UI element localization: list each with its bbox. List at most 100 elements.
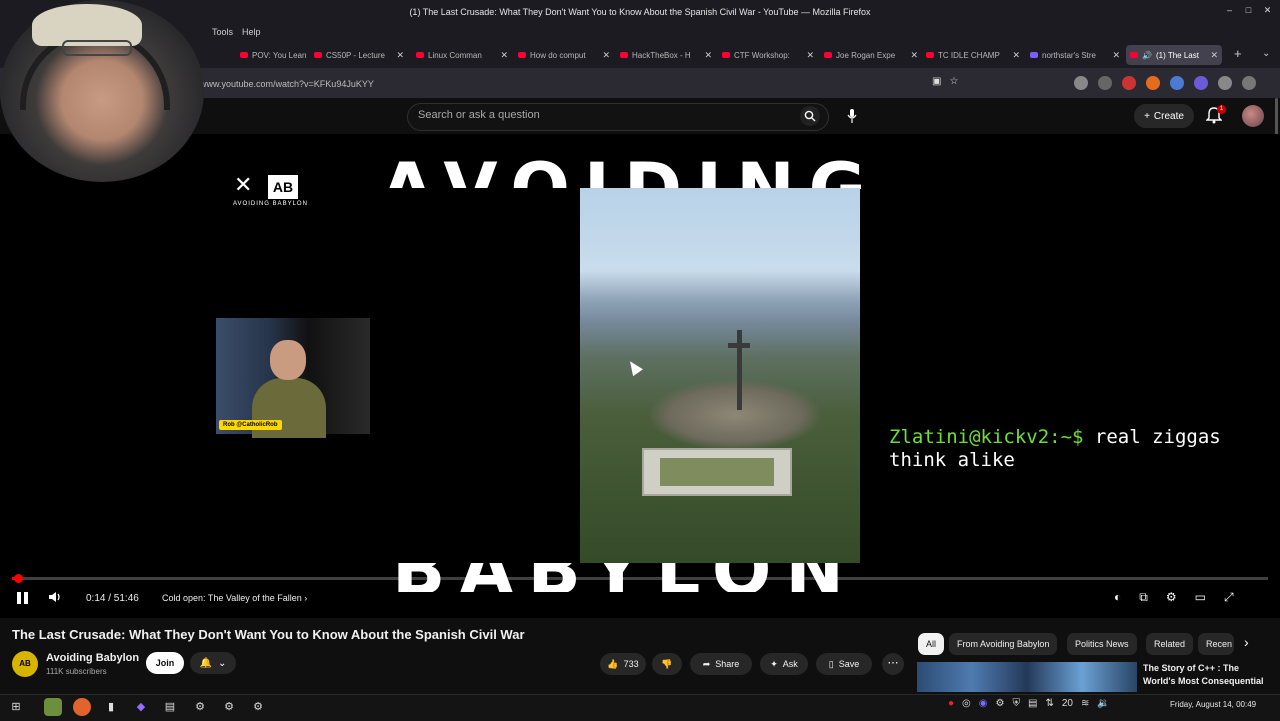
chevron-right-icon: › — [304, 593, 308, 603]
browser-tab[interactable]: POV: You Learn✕ — [240, 45, 306, 65]
browser-tab[interactable]: CS50P - Lecture ✕ — [314, 45, 404, 65]
theater-mode-icon[interactable]: ▭ — [1195, 590, 1206, 605]
new-tab-button[interactable]: + — [1234, 46, 1242, 61]
bookmark-star-icon[interactable]: ☆ — [949, 76, 958, 87]
bell-icon: 🔔 — [199, 657, 213, 669]
extensions-icon[interactable] — [1098, 76, 1112, 90]
gear-icon[interactable]: ⚙ — [1166, 590, 1177, 605]
chapter-button[interactable]: Cold open: The Valley of the Fallen › — [162, 593, 307, 603]
browser-tab-active[interactable]: 🔊 (1) The Last ✕ — [1126, 45, 1222, 65]
gear-icon[interactable] — [1218, 76, 1232, 90]
discord-icon[interactable]: ◉ — [979, 698, 988, 709]
clipboard-icon[interactable]: ▤ — [1028, 698, 1037, 709]
extension-icon[interactable] — [1170, 76, 1184, 90]
extension-icon[interactable] — [1146, 76, 1160, 90]
mic-icon[interactable] — [842, 106, 862, 126]
save-button[interactable]: ▯ Save — [816, 653, 872, 675]
menu-bar: Tools Help — [0, 24, 1280, 42]
dislike-button[interactable]: 👎 — [652, 653, 682, 675]
captions-icon[interactable]: ⧉ — [1139, 590, 1148, 605]
wifi-icon[interactable]: ≋ — [1081, 698, 1089, 709]
menu-tools[interactable]: Tools — [212, 27, 233, 37]
search-icon[interactable] — [800, 106, 820, 126]
clock[interactable]: Friday, August 14, 00:49 — [1170, 700, 1256, 709]
close-tab-icon[interactable]: ✕ — [1210, 50, 1218, 61]
youtube-favicon-icon — [926, 52, 934, 58]
account-icon[interactable] — [1074, 76, 1088, 90]
browser-tab[interactable]: Linux Comman ✕ — [416, 45, 508, 65]
browser-tab[interactable]: HackTheBox - H ✕ — [620, 45, 712, 65]
shield-icon[interactable]: ⛨ — [1012, 698, 1020, 709]
channel-avatar[interactable]: AB — [12, 651, 38, 677]
youtube-favicon-icon — [1130, 52, 1138, 58]
pause-button[interactable] — [14, 590, 30, 606]
url-bar[interactable]: www.youtube.com/watch?v=KFKu94JuKYY — [200, 75, 970, 93]
network-icon[interactable]: ⇅ — [1045, 698, 1053, 709]
app-launcher-icon[interactable]: ⊞ — [7, 698, 25, 716]
obs-icon[interactable]: ◎ — [962, 698, 971, 709]
chip-all[interactable]: All — [918, 633, 945, 655]
recommended-video-thumbnail[interactable] — [917, 662, 1137, 692]
volume-icon[interactable]: 🔉 — [1097, 698, 1109, 709]
ask-button[interactable]: ✦ Ask — [760, 653, 808, 675]
recommended-video-title[interactable]: The Story of C++ : The World's Most Cons… — [1143, 662, 1273, 688]
chip-from-channel[interactable]: From Avoiding Babylon — [949, 633, 1058, 655]
browser-tab[interactable]: How do comput ✕ — [518, 45, 610, 65]
minimize-button[interactable]: – — [1225, 6, 1234, 15]
tab-label: HackTheBox - H — [632, 50, 691, 60]
browser-tab[interactable]: Joe Rogan Expe ✕ — [824, 45, 918, 65]
menu-icon[interactable] — [1242, 76, 1256, 90]
browser-tab[interactable]: northstar's Stre ✕ — [1030, 45, 1120, 65]
menu-help[interactable]: Help — [242, 27, 261, 37]
chip-politics-news[interactable]: Politics News — [1067, 633, 1137, 655]
system-settings-icon[interactable]: ⚙ — [191, 698, 209, 716]
progress-bar[interactable] — [12, 577, 1268, 580]
tab-label: How do comput — [530, 50, 586, 60]
youtube-favicon-icon — [314, 52, 322, 58]
firefox-icon[interactable] — [73, 698, 91, 716]
avatar[interactable] — [1242, 105, 1264, 127]
chip-related[interactable]: Related — [1146, 633, 1194, 655]
list-all-tabs-button[interactable]: ⌄ — [1262, 48, 1270, 59]
close-tab-icon[interactable]: ✕ — [602, 50, 610, 61]
ublock-icon[interactable] — [1122, 76, 1136, 90]
close-tab-icon[interactable]: ✕ — [396, 50, 404, 61]
close-tab-icon[interactable]: ✕ — [500, 50, 508, 61]
obsidian-icon[interactable]: ◆ — [132, 698, 150, 716]
close-window-button[interactable]: ✕ — [1263, 6, 1272, 15]
channel-name[interactable]: Avoiding Babylon — [46, 652, 139, 664]
more-actions-button[interactable]: ⋯ — [882, 653, 904, 675]
file-manager-icon[interactable] — [44, 698, 62, 716]
browser-tab[interactable]: TC IDLE CHAMP ✕ — [926, 45, 1020, 65]
terminal-icon[interactable]: ▮ — [102, 698, 120, 716]
share-button[interactable]: ➦ Share — [690, 653, 752, 675]
like-button[interactable]: 👍 733 — [600, 653, 646, 675]
subscriber-count: 111K subscribers — [46, 667, 107, 676]
close-tab-icon[interactable]: ✕ — [806, 50, 814, 61]
create-button[interactable]: + Create — [1134, 104, 1194, 128]
gear-icon[interactable]: ⚙ — [249, 698, 267, 716]
browser-tab[interactable]: CTF Workshop: ✕ — [722, 45, 814, 65]
chevron-right-icon[interactable]: › — [1244, 634, 1249, 650]
close-tab-icon[interactable]: ✕ — [910, 50, 918, 61]
gear-icon[interactable]: ⚙ — [220, 698, 238, 716]
record-icon[interactable]: ● — [948, 698, 954, 709]
fullscreen-icon[interactable]: ⤢ — [1224, 590, 1234, 605]
autoplay-toggle-icon[interactable]: ◐ — [1114, 590, 1121, 605]
tab-label: CTF Workshop: — [734, 50, 790, 60]
maximize-button[interactable]: □ — [1244, 6, 1253, 15]
close-tab-icon[interactable]: ✕ — [704, 50, 712, 61]
steam-icon[interactable]: ⚙ — [996, 698, 1005, 709]
close-tab-icon[interactable]: ✕ — [1112, 50, 1120, 61]
window-title: (1) The Last Crusade: What They Don't Wa… — [409, 7, 871, 17]
chip-recent[interactable]: Recen — [1198, 633, 1234, 655]
close-tab-icon[interactable]: ✕ — [1012, 50, 1020, 61]
volume-icon[interactable] — [48, 590, 62, 607]
extension-icon[interactable] — [1194, 76, 1208, 90]
join-button[interactable]: Join — [146, 652, 184, 674]
progress-scrubber[interactable] — [13, 574, 23, 583]
editor-icon[interactable]: ▤ — [161, 698, 179, 716]
subscribed-bell-button[interactable]: 🔔 ⌄ — [190, 652, 236, 674]
reader-view-icon[interactable]: ▣ — [932, 76, 941, 87]
time-display: 0:14 / 51:46 — [86, 593, 139, 604]
